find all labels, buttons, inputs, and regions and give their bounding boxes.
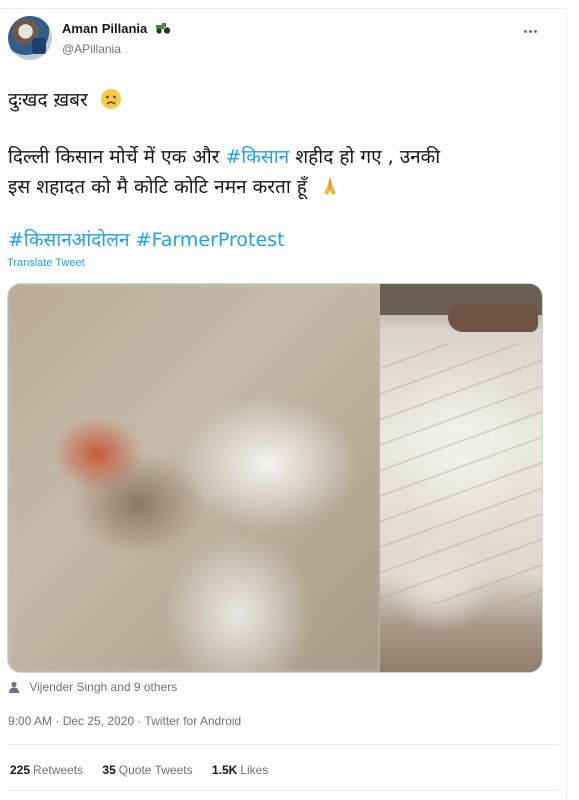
tweet-text-part-c: इस शहादत को मै कोटि कोटि नमन करता हूँ: [8, 176, 307, 198]
user-icon: [9, 681, 19, 693]
more-options-icon[interactable]: [524, 20, 542, 33]
author-block: Aman Pillania @APillania: [62, 20, 171, 56]
tweet-header: Aman Pillania @APillania: [8, 16, 558, 64]
tractor-icon: [155, 23, 170, 34]
tweet-text-part-a: दिल्ली किसान मोर्चे में एक और: [8, 146, 226, 168]
hashtag-line: #किसानआंदोलन #FarmerProtest: [8, 226, 558, 252]
likes-label: Likes: [240, 763, 269, 777]
tweet-timestamp[interactable]: 9:00 AM · Dec 25, 2020 · Twitter for And…: [8, 714, 241, 728]
divider-bottom: [8, 790, 558, 791]
folded-hands-icon: [323, 177, 336, 195]
hashtag-kisan-link[interactable]: #किसान: [225, 146, 289, 168]
likes-count: 1.5K: [211, 763, 238, 777]
quotes-label: Quote Tweets: [118, 763, 193, 777]
tweet-text-body: दिल्ली किसान मोर्चे में एक और #किसान शही…: [8, 142, 558, 202]
retweets-stat[interactable]: 225 Retweets: [10, 763, 83, 777]
retweets-label: Retweets: [33, 763, 84, 777]
author-display-name[interactable]: Aman Pillania: [62, 21, 147, 36]
quote-tweets-stat[interactable]: 35 Quote Tweets: [102, 763, 192, 777]
blurred-image-region: [8, 284, 380, 672]
quotes-count: 35: [102, 763, 116, 777]
tweet-text-sad-news: दुःखद ख़बर: [8, 89, 88, 111]
hand-region: [448, 304, 538, 332]
hashtag-farmer-protest-link[interactable]: #FarmerProtest: [136, 229, 285, 251]
tweet-media-photo[interactable]: [7, 283, 543, 673]
tweet-text-part-b: शहीद हो गए , उनकी: [289, 146, 441, 168]
tweet-text-line-1: दुःखद ख़बर: [8, 86, 558, 112]
retweets-count: 225: [10, 763, 31, 777]
avatar[interactable]: [8, 16, 52, 60]
divider: [8, 744, 558, 745]
liked-by-line[interactable]: Vijender Singh and 9 others: [8, 680, 177, 694]
likes-stat[interactable]: 1.5K Likes: [212, 763, 268, 777]
crying-face-icon: [100, 89, 121, 109]
cloth-folds: [380, 344, 542, 604]
tweet-stats: 225 Retweets 35 Quote Tweets 1.5K Likes: [10, 763, 284, 777]
author-handle[interactable]: @APillania: [62, 42, 171, 56]
hashtag-kisan-andolan-link[interactable]: #किसानआंदोलन: [8, 229, 130, 251]
liked-by-text: Vijender Singh and 9 others: [29, 680, 178, 694]
translate-tweet-link[interactable]: Translate Tweet: [7, 257, 85, 269]
